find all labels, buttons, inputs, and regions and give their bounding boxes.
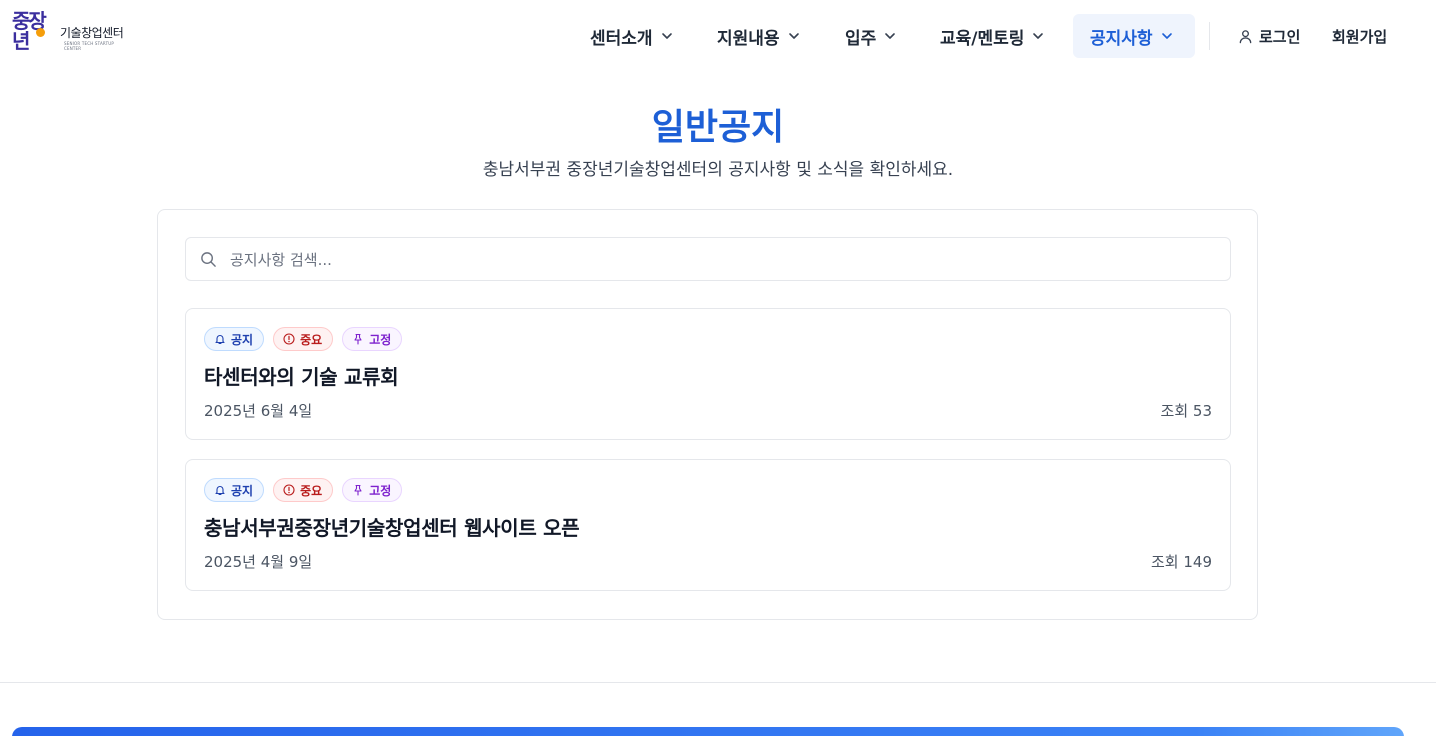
alert-circle-icon (283, 333, 295, 345)
notice-views: 조회 149 (1151, 553, 1212, 571)
signup-label: 회원가입 (1332, 27, 1388, 46)
notice-badges: 공지 중요 고정 (204, 478, 403, 502)
nav-item-label: 입주 (845, 28, 877, 49)
badge-label: 중요 (300, 332, 323, 347)
notice-item[interactable]: 공지 중요 고정 타센터와의 기술 교류회 2025년 6월 4일 조회 53 (185, 308, 1231, 440)
badge-label: 공지 (231, 483, 254, 498)
site-logo[interactable]: 중장 년 기술창업센터 SENIOR TECH STARTUP CENTER (12, 10, 132, 60)
badge-important: 중요 (273, 478, 334, 502)
nav-item-center-intro[interactable]: 센터소개 (590, 14, 673, 58)
login-link[interactable]: 로그인 (1238, 14, 1300, 58)
chevron-down-icon (1161, 33, 1172, 39)
badge-pinned: 고정 (342, 327, 403, 351)
footer-banner (12, 727, 1404, 736)
nav-item-residency[interactable]: 입주 (845, 14, 896, 58)
chevron-down-icon (1033, 33, 1044, 39)
logo-tagline: SENIOR TECH STARTUP CENTER (64, 41, 114, 51)
pin-icon (354, 484, 362, 496)
notice-date: 2025년 4월 9일 (204, 553, 313, 571)
badge-important: 중요 (273, 327, 334, 351)
bell-icon (215, 335, 225, 345)
chevron-down-icon (788, 33, 799, 39)
signup-link[interactable]: 회원가입 (1332, 14, 1387, 58)
user-icon (1239, 29, 1252, 43)
nav-item-notices[interactable]: 공지사항 (1073, 14, 1195, 58)
logo-mark-line2: 년 (12, 29, 30, 53)
chevron-down-icon (885, 33, 896, 39)
notice-title[interactable]: 타센터와의 기술 교류회 (204, 363, 399, 391)
badge-notice: 공지 (204, 478, 265, 502)
section-divider (0, 682, 1436, 683)
badge-label: 고정 (369, 332, 392, 347)
chevron-down-icon (661, 33, 672, 39)
badge-pinned: 고정 (342, 478, 403, 502)
badge-label: 고정 (369, 483, 392, 498)
badge-label: 공지 (231, 332, 254, 347)
page-title: 일반공지 (651, 107, 785, 148)
site-header: 중장 년 기술창업센터 SENIOR TECH STARTUP CENTER 센… (0, 0, 1436, 72)
notice-views: 조회 53 (1160, 402, 1212, 420)
nav-item-label: 공지사항 (1090, 28, 1153, 49)
alert-circle-icon (283, 484, 295, 496)
badge-notice: 공지 (204, 327, 265, 351)
search-icon (201, 252, 216, 267)
logo-name: 기술창업센터 (60, 26, 124, 40)
notice-item[interactable]: 공지 중요 고정 충남서부권중장년기술창업센터 웹사이트 오픈 2025년 4월… (185, 459, 1231, 591)
notice-search-box[interactable] (185, 237, 1231, 281)
nav-item-label: 지원내용 (717, 28, 780, 49)
nav-item-support[interactable]: 지원내용 (717, 14, 800, 58)
notice-date: 2025년 6월 4일 (204, 402, 313, 420)
nav-item-label: 센터소개 (590, 28, 653, 49)
bell-icon (215, 486, 225, 496)
login-label: 로그인 (1259, 27, 1301, 46)
logo-dot (36, 28, 45, 37)
nav-item-education[interactable]: 교육/멘토링 (940, 14, 1044, 58)
search-input[interactable] (230, 248, 1210, 272)
pin-icon (354, 333, 362, 345)
badge-label: 중요 (300, 483, 323, 498)
nav-divider (1209, 22, 1210, 50)
notice-title[interactable]: 충남서부권중장년기술창업센터 웹사이트 오픈 (204, 514, 580, 542)
notice-badges: 공지 중요 고정 (204, 327, 403, 351)
page-subtitle: 충남서부권 중장년기술창업센터의 공지사항 및 소식을 확인하세요. (482, 160, 954, 180)
nav-item-label: 교육/멘토링 (940, 28, 1025, 49)
